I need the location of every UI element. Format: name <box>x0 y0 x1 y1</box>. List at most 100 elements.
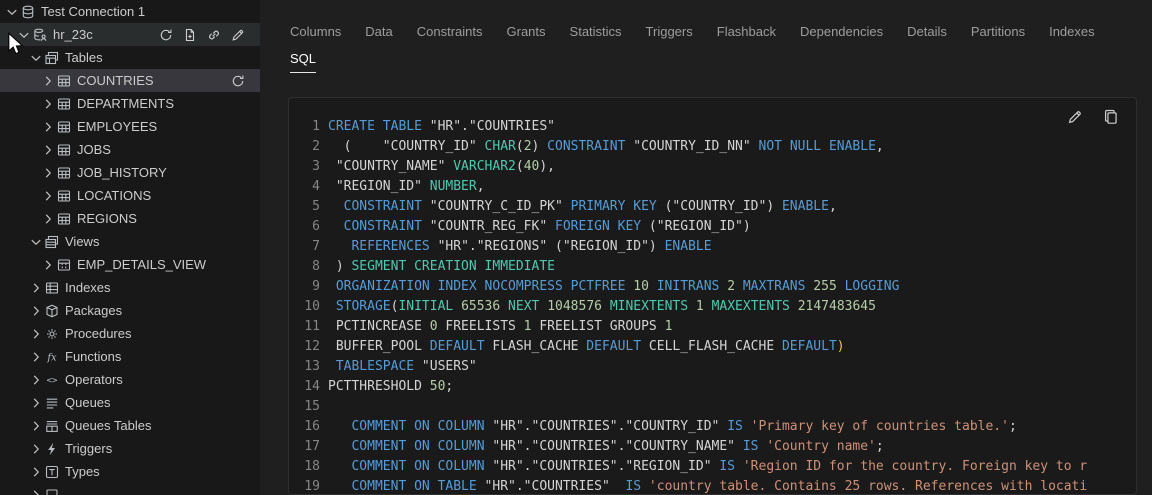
code-line: 5 CONSTRAINT "COUNTRY_C_ID_PK" PRIMARY K… <box>289 197 1136 217</box>
chevron-right-icon[interactable] <box>40 96 56 112</box>
line-number: 2 <box>301 137 320 157</box>
tree-item-label: Procedures <box>65 326 131 341</box>
tree-item-regions[interactable]: REGIONS <box>0 207 260 230</box>
chevron-right-icon[interactable] <box>28 280 44 296</box>
chevron-right-icon[interactable] <box>28 372 44 388</box>
line-number: 14 <box>301 377 320 397</box>
disconnect-icon[interactable] <box>206 27 222 43</box>
refresh-icon[interactable] <box>158 27 174 43</box>
object-viewer: Columns Data Constraints Grants Statistics Tr… <box>260 0 1152 495</box>
code-line: 10 STORAGE(INITIAL 65536 NEXT 1048576 MI… <box>289 297 1136 317</box>
chevron-down-icon[interactable] <box>4 4 20 20</box>
tab-triggers[interactable]: Triggers <box>646 24 693 39</box>
chevron-right-icon[interactable] <box>28 441 44 457</box>
line-number: 15 <box>301 397 320 417</box>
chevron-right-icon[interactable] <box>28 326 44 342</box>
tree-item-label: DEPARTMENTS <box>77 96 174 111</box>
sql-code[interactable]: 1CREATE TABLE "HR"."COUNTRIES"2 ( "COUNT… <box>289 98 1136 495</box>
tab-statistics[interactable]: Statistics <box>570 24 622 39</box>
loading-refresh-icon[interactable] <box>230 73 246 89</box>
row-actions <box>230 73 246 89</box>
tree-item-test-connection-1[interactable]: Test Connection 1 <box>0 0 260 23</box>
tree-item-queues-tables[interactable]: Queues Tables <box>0 414 260 437</box>
sql-panel: 1CREATE TABLE "HR"."COUNTRIES"2 ( "COUNT… <box>288 97 1137 495</box>
tab-partitions[interactable]: Partitions <box>971 24 1025 39</box>
code-line: 1CREATE TABLE "HR"."COUNTRIES" <box>289 117 1136 137</box>
chevron-right-icon[interactable] <box>40 165 56 181</box>
chevron-right-icon[interactable] <box>28 349 44 365</box>
tree-item-packages[interactable]: Packages <box>0 299 260 322</box>
chevron-right-icon[interactable] <box>40 142 56 158</box>
tree-item-label: JOB_HISTORY <box>77 165 167 180</box>
tab-data[interactable]: Data <box>365 24 392 39</box>
line-number: 9 <box>301 277 320 297</box>
line-number: 8 <box>301 257 320 277</box>
chevron-right-icon[interactable] <box>40 119 56 135</box>
chevron-right-icon[interactable] <box>28 464 44 480</box>
tree-item-operators[interactable]: <>Operators <box>0 368 260 391</box>
tree-item-emp-details-view[interactable]: EMP_DETAILS_VIEW <box>0 253 260 276</box>
tree-item-procedures[interactable]: Procedures <box>0 322 260 345</box>
chevron-right-icon[interactable] <box>28 418 44 434</box>
tree-item-locations[interactable]: LOCATIONS <box>0 184 260 207</box>
tree-item-label: Types <box>65 464 100 479</box>
chevron-right-icon[interactable] <box>28 303 44 319</box>
code-line: 9 ORGANIZATION INDEX NOCOMPRESS PCTFREE … <box>289 277 1136 297</box>
tree-item-functions[interactable]: fxFunctions <box>0 345 260 368</box>
tab-details[interactable]: Details <box>907 24 947 39</box>
tree-item-indexes[interactable]: Indexes <box>0 276 260 299</box>
edit-connection-icon[interactable] <box>230 27 246 43</box>
chevron-right-icon[interactable] <box>28 487 44 495</box>
chevron-down-icon[interactable] <box>28 50 44 66</box>
tree-item-types[interactable]: Types <box>0 460 260 483</box>
tab-grants[interactable]: Grants <box>507 24 546 39</box>
procedures-icon <box>44 326 60 342</box>
tree-item-triggers[interactable]: Triggers <box>0 437 260 460</box>
line-number: 17 <box>301 437 320 457</box>
chevron-down-icon[interactable] <box>16 27 32 43</box>
code-line: 13 TABLESPACE "USERS" <box>289 357 1136 377</box>
code-line: 8 ) SEGMENT CREATION IMMEDIATE <box>289 257 1136 277</box>
copy-sql-icon[interactable] <box>1102 108 1120 126</box>
tree-item-countries[interactable]: COUNTRIES <box>0 69 260 92</box>
tab-dependencies[interactable]: Dependencies <box>800 24 883 39</box>
code-line: 14PCTTHRESHOLD 50; <box>289 377 1136 397</box>
tab-indexes[interactable]: Indexes <box>1049 24 1095 39</box>
tree-item-queues[interactable]: Queues <box>0 391 260 414</box>
table-icon <box>56 142 72 158</box>
line-number: 5 <box>301 197 320 217</box>
line-number: 18 <box>301 457 320 477</box>
triggers-icon <box>44 441 60 457</box>
chevron-right-icon[interactable] <box>40 211 56 227</box>
edit-sql-icon[interactable] <box>1066 108 1084 126</box>
table-icon <box>56 165 72 181</box>
table-icon <box>56 211 72 227</box>
tree-item-hr-23c[interactable]: hr_23c <box>0 23 260 46</box>
tree-item-jobs[interactable]: JOBS <box>0 138 260 161</box>
tree-item-job-history[interactable]: JOB_HISTORY <box>0 161 260 184</box>
line-number: 13 <box>301 357 320 377</box>
chevron-right-icon[interactable] <box>28 395 44 411</box>
code-line: 4 "REGION_ID" NUMBER, <box>289 177 1136 197</box>
tree-item-views[interactable]: Views <box>0 230 260 253</box>
tab-sql[interactable]: SQL <box>290 51 316 66</box>
tree-item-departments[interactable]: DEPARTMENTS <box>0 92 260 115</box>
tree-item-employees[interactable]: EMPLOYEES <box>0 115 260 138</box>
chevron-down-icon[interactable] <box>28 234 44 250</box>
tree-item-partial[interactable] <box>0 483 260 495</box>
tree-item-tables[interactable]: Tables <box>0 46 260 69</box>
chevron-right-icon[interactable] <box>40 188 56 204</box>
code-line: 12 BUFFER_POOL DEFAULT FLASH_CACHE DEFAU… <box>289 337 1136 357</box>
tree-item-label: Functions <box>65 349 121 364</box>
chevron-right-icon[interactable] <box>40 257 56 273</box>
tab-constraints[interactable]: Constraints <box>417 24 483 39</box>
line-number: 1 <box>301 117 320 137</box>
tree-item-label: Tables <box>65 50 103 65</box>
tab-columns[interactable]: Columns <box>290 24 341 39</box>
views-group-icon <box>44 234 60 250</box>
tab-flashback[interactable]: Flashback <box>717 24 776 39</box>
chevron-right-icon[interactable] <box>40 73 56 89</box>
object-tab-bar: Columns Data Constraints Grants Statistics Tr… <box>290 24 1095 39</box>
tree-item-label: Test Connection 1 <box>41 4 145 19</box>
new-worksheet-icon[interactable] <box>182 27 198 43</box>
